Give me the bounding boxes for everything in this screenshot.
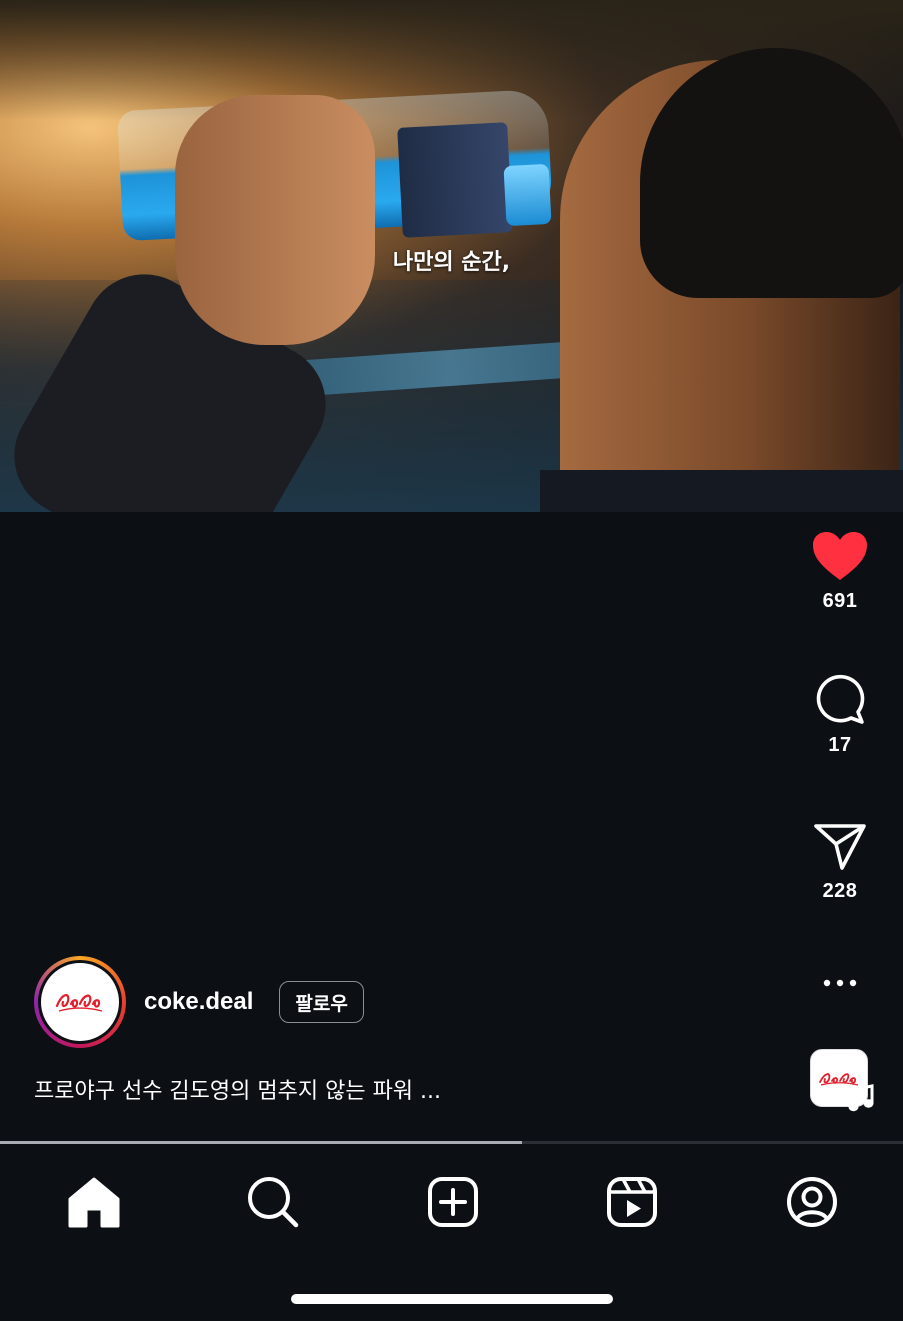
- video-subtitle: 나만의 순간,: [392, 250, 511, 275]
- music-note-icon: [848, 1084, 874, 1112]
- home-indicator[interactable]: [291, 1294, 613, 1304]
- share-count: 228: [822, 880, 858, 902]
- bottle-label: [397, 122, 513, 238]
- username[interactable]: coke.deal: [144, 988, 253, 1016]
- nav-home[interactable]: [64, 1172, 124, 1232]
- more-action[interactable]: [795, 975, 885, 991]
- nav-reels[interactable]: [602, 1172, 662, 1232]
- coca-cola-logo: [49, 971, 111, 1033]
- avatar-story-ring[interactable]: [34, 956, 126, 1048]
- profile-icon[interactable]: [782, 1172, 842, 1232]
- follow-button[interactable]: 팔로우: [279, 981, 364, 1023]
- bottle-neck: [503, 163, 552, 227]
- comment-action[interactable]: 17: [795, 674, 885, 757]
- nav-search[interactable]: [243, 1172, 303, 1232]
- player-collar: [540, 470, 903, 512]
- nav-profile[interactable]: [782, 1172, 842, 1232]
- video-progress-fill: [0, 1141, 522, 1144]
- heart-filled-icon[interactable]: [811, 530, 869, 582]
- post-caption[interactable]: 프로야구 선수 김도영의 멈추지 않는 파워 ...: [34, 1073, 441, 1105]
- author-row: coke.deal 팔로우: [34, 956, 364, 1048]
- like-count: 691: [822, 590, 858, 612]
- share-action[interactable]: 228: [795, 822, 885, 903]
- home-icon[interactable]: [64, 1172, 124, 1232]
- reels-icon[interactable]: [602, 1172, 662, 1232]
- create-post-icon[interactable]: [423, 1172, 483, 1232]
- comment-bubble-icon[interactable]: [814, 674, 866, 726]
- nav-create[interactable]: [423, 1172, 483, 1232]
- paper-plane-icon[interactable]: [813, 822, 867, 872]
- search-icon[interactable]: [243, 1172, 303, 1232]
- comment-count: 17: [828, 734, 852, 756]
- reel-video[interactable]: 나만의 순간,: [0, 0, 903, 512]
- like-action[interactable]: 691: [795, 530, 885, 613]
- avatar: [41, 963, 119, 1041]
- player-hand: [175, 95, 375, 345]
- video-progress-bar[interactable]: [0, 1141, 903, 1144]
- more-dots-icon[interactable]: [820, 975, 860, 991]
